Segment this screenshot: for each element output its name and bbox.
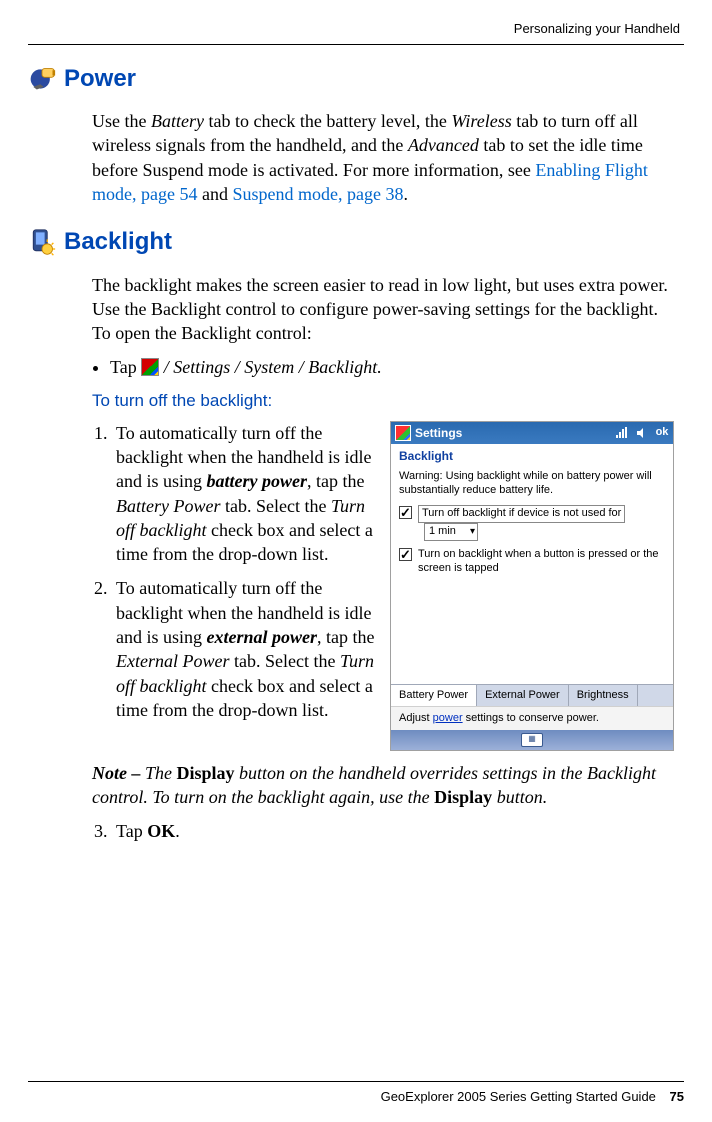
wm-check1-label: Turn off backlight if device is not used…	[418, 505, 625, 522]
wm-ok-button[interactable]: ok	[655, 426, 669, 440]
wm-signal-icon[interactable]	[615, 426, 629, 440]
wm-sip-bar[interactable]: ▦	[391, 730, 673, 750]
wm-tab-brightness[interactable]: Brightness	[569, 685, 638, 706]
wm-keyboard-icon[interactable]: ▦	[521, 733, 543, 747]
footer-title: GeoExplorer 2005 Series Getting Started …	[381, 1089, 656, 1104]
wm-footer-hint: Adjust power settings to conserve power.	[391, 706, 673, 730]
link-suspend-mode[interactable]: Suspend mode, page 38	[232, 184, 403, 204]
backlight-heading: Backlight	[64, 226, 172, 258]
backlight-note: Note – The Display button on the handhel…	[92, 761, 674, 810]
wm-tabs: Battery Power External Power Brightness	[391, 684, 673, 706]
power-paragraph: Use the Battery tab to check the battery…	[92, 109, 674, 206]
rule-top	[28, 44, 684, 45]
wm-checkbox-turnoff[interactable]	[399, 506, 412, 519]
wm-check2-label: Turn on backlight when a button is press…	[418, 547, 665, 577]
wm-check1-row: Turn off backlight if device is not used…	[418, 505, 665, 540]
rule-bottom	[28, 1081, 684, 1082]
wm-power-link[interactable]: power	[433, 712, 463, 724]
wm-warning-text: Warning: Using backlight while on batter…	[399, 470, 665, 498]
power-heading-row: Power	[28, 63, 684, 95]
backlight-icon	[28, 228, 56, 256]
wm-subtitle: Backlight	[391, 444, 673, 470]
section-backlight: Backlight The backlight makes the screen…	[28, 226, 684, 843]
step-3: Tap OK.	[112, 819, 674, 843]
wm-tab-external-power[interactable]: External Power	[477, 685, 569, 706]
running-head: Personalizing your Handheld	[28, 20, 684, 38]
footer-page-number: 75	[670, 1089, 684, 1104]
wm-tab-battery-power[interactable]: Battery Power	[391, 685, 477, 706]
wm-start-icon[interactable]	[395, 425, 411, 441]
power-heading: Power	[64, 63, 136, 95]
wm-volume-icon[interactable]	[635, 426, 649, 440]
wm-timeout-dropdown[interactable]: 1 min	[424, 523, 478, 541]
wm-title: Settings	[415, 425, 611, 441]
backlight-intro: The backlight makes the screen easier to…	[92, 273, 674, 346]
backlight-screenshot: Settings ok Backlight Warning: Using bac…	[390, 421, 674, 751]
backlight-heading-row: Backlight	[28, 226, 684, 258]
page-footer: GeoExplorer 2005 Series Getting Started …	[381, 1088, 684, 1106]
step-1: To automatically turn off the backlight …	[112, 421, 378, 567]
backlight-open-bullet: Tap / Settings / System / Backlight.	[110, 355, 674, 379]
section-power: Power Use the Battery tab to check the b…	[28, 63, 684, 207]
start-menu-icon	[141, 358, 159, 376]
turn-off-subhead: To turn off the backlight:	[92, 390, 674, 413]
step-2: To automatically turn off the backlight …	[112, 576, 378, 722]
wm-titlebar: Settings ok	[391, 422, 673, 444]
wm-checkbox-turnon[interactable]	[399, 548, 412, 561]
power-icon	[28, 65, 56, 93]
